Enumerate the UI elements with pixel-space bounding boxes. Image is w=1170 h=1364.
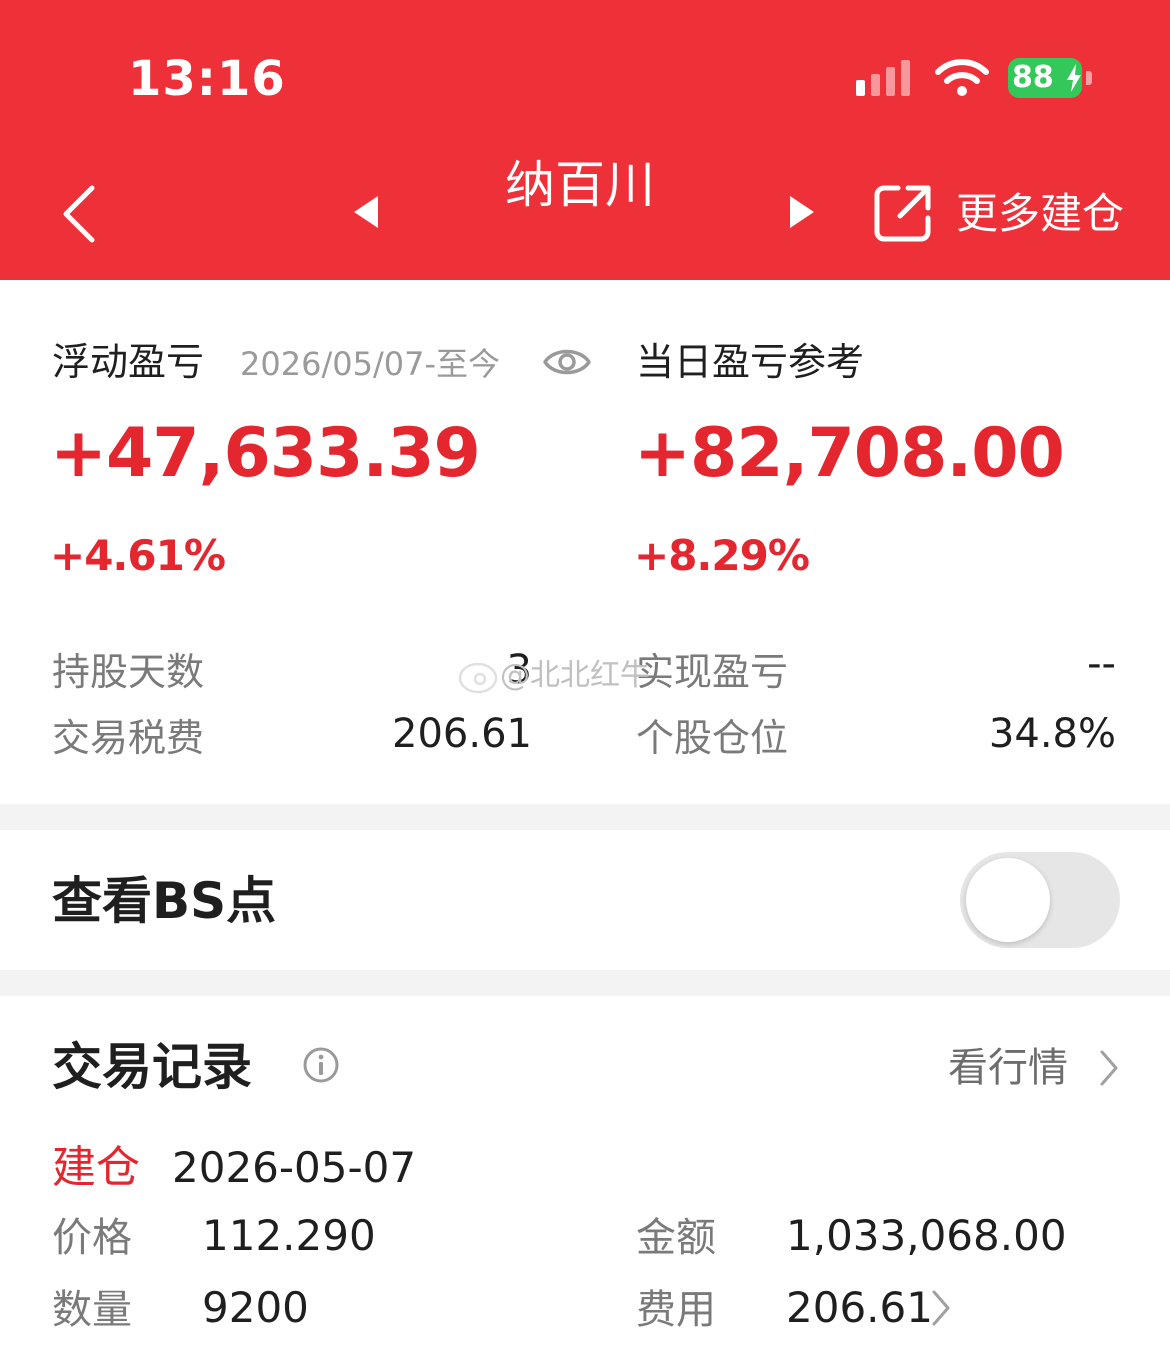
section-divider bbox=[0, 804, 1170, 830]
back-arrow-icon[interactable] bbox=[56, 184, 104, 244]
amount-value: 1,033,068.00 bbox=[786, 1211, 1067, 1260]
toggle-knob bbox=[966, 858, 1050, 942]
next-stock-icon[interactable] bbox=[788, 194, 818, 230]
record-date: 2026-05-07 bbox=[172, 1143, 417, 1192]
fee-value: 206.61 bbox=[392, 711, 532, 757]
trade-records-title: 交易记录 bbox=[52, 1038, 252, 1096]
battery-indicator: 88 bbox=[1008, 58, 1092, 98]
price-label: 价格 bbox=[52, 1215, 132, 1261]
chevron-right-icon[interactable] bbox=[1098, 1048, 1120, 1088]
record-fee-label: 费用 bbox=[636, 1287, 716, 1333]
record-type: 建仓 bbox=[52, 1142, 140, 1193]
watermark-text: @北北红牛 bbox=[500, 658, 650, 693]
battery-cap bbox=[1086, 71, 1092, 85]
floating-pl-value: +47,633.39 bbox=[50, 414, 481, 493]
view-market-link[interactable]: 看行情 bbox=[948, 1040, 1068, 1096]
chevron-right-icon[interactable] bbox=[930, 1288, 952, 1328]
prev-stock-icon[interactable] bbox=[350, 194, 380, 230]
daily-pl-pct: +8.29% bbox=[634, 531, 810, 580]
bs-points-label: 查看BS点 bbox=[52, 872, 277, 930]
app-header: 13:16 88 纳百川 更多建仓 bbox=[0, 0, 1170, 280]
amount-label: 金额 bbox=[636, 1215, 716, 1261]
fee-label: 交易税费 bbox=[52, 716, 205, 760]
price-value: 112.290 bbox=[202, 1211, 376, 1260]
hold-days-label: 持股天数 bbox=[52, 650, 205, 694]
floating-pl-date-range: 2026/05/07-至今 bbox=[240, 345, 500, 383]
eye-icon[interactable] bbox=[542, 342, 592, 382]
battery-level: 88 bbox=[1012, 60, 1054, 95]
status-time: 13:16 bbox=[128, 51, 286, 107]
floating-pl-pct: +4.61% bbox=[50, 531, 226, 580]
bs-points-toggle[interactable] bbox=[960, 852, 1120, 948]
daily-pl-value: +82,708.00 bbox=[634, 414, 1065, 493]
position-label: 个股仓位 bbox=[636, 716, 789, 760]
daily-pl-label: 当日盈亏参考 bbox=[636, 340, 865, 384]
qty-value: 9200 bbox=[202, 1283, 309, 1332]
section-divider bbox=[0, 970, 1170, 996]
more-positions-button[interactable]: 更多建仓 bbox=[956, 186, 1124, 242]
charging-bolt-icon bbox=[1067, 64, 1081, 92]
floating-pl-label: 浮动盈亏 bbox=[52, 340, 205, 384]
realized-pl-value: -- bbox=[1087, 641, 1116, 687]
stock-name: 纳百川 bbox=[505, 156, 655, 214]
cellular-signal-icon bbox=[856, 60, 910, 96]
realized-pl-label: 实现盈亏 bbox=[636, 650, 789, 694]
wifi-icon bbox=[935, 59, 989, 96]
position-value: 34.8% bbox=[988, 711, 1116, 757]
share-icon[interactable] bbox=[872, 182, 934, 244]
record-fee-value[interactable]: 206.61 bbox=[786, 1280, 933, 1336]
info-icon[interactable] bbox=[302, 1046, 340, 1084]
qty-label: 数量 bbox=[52, 1287, 132, 1333]
